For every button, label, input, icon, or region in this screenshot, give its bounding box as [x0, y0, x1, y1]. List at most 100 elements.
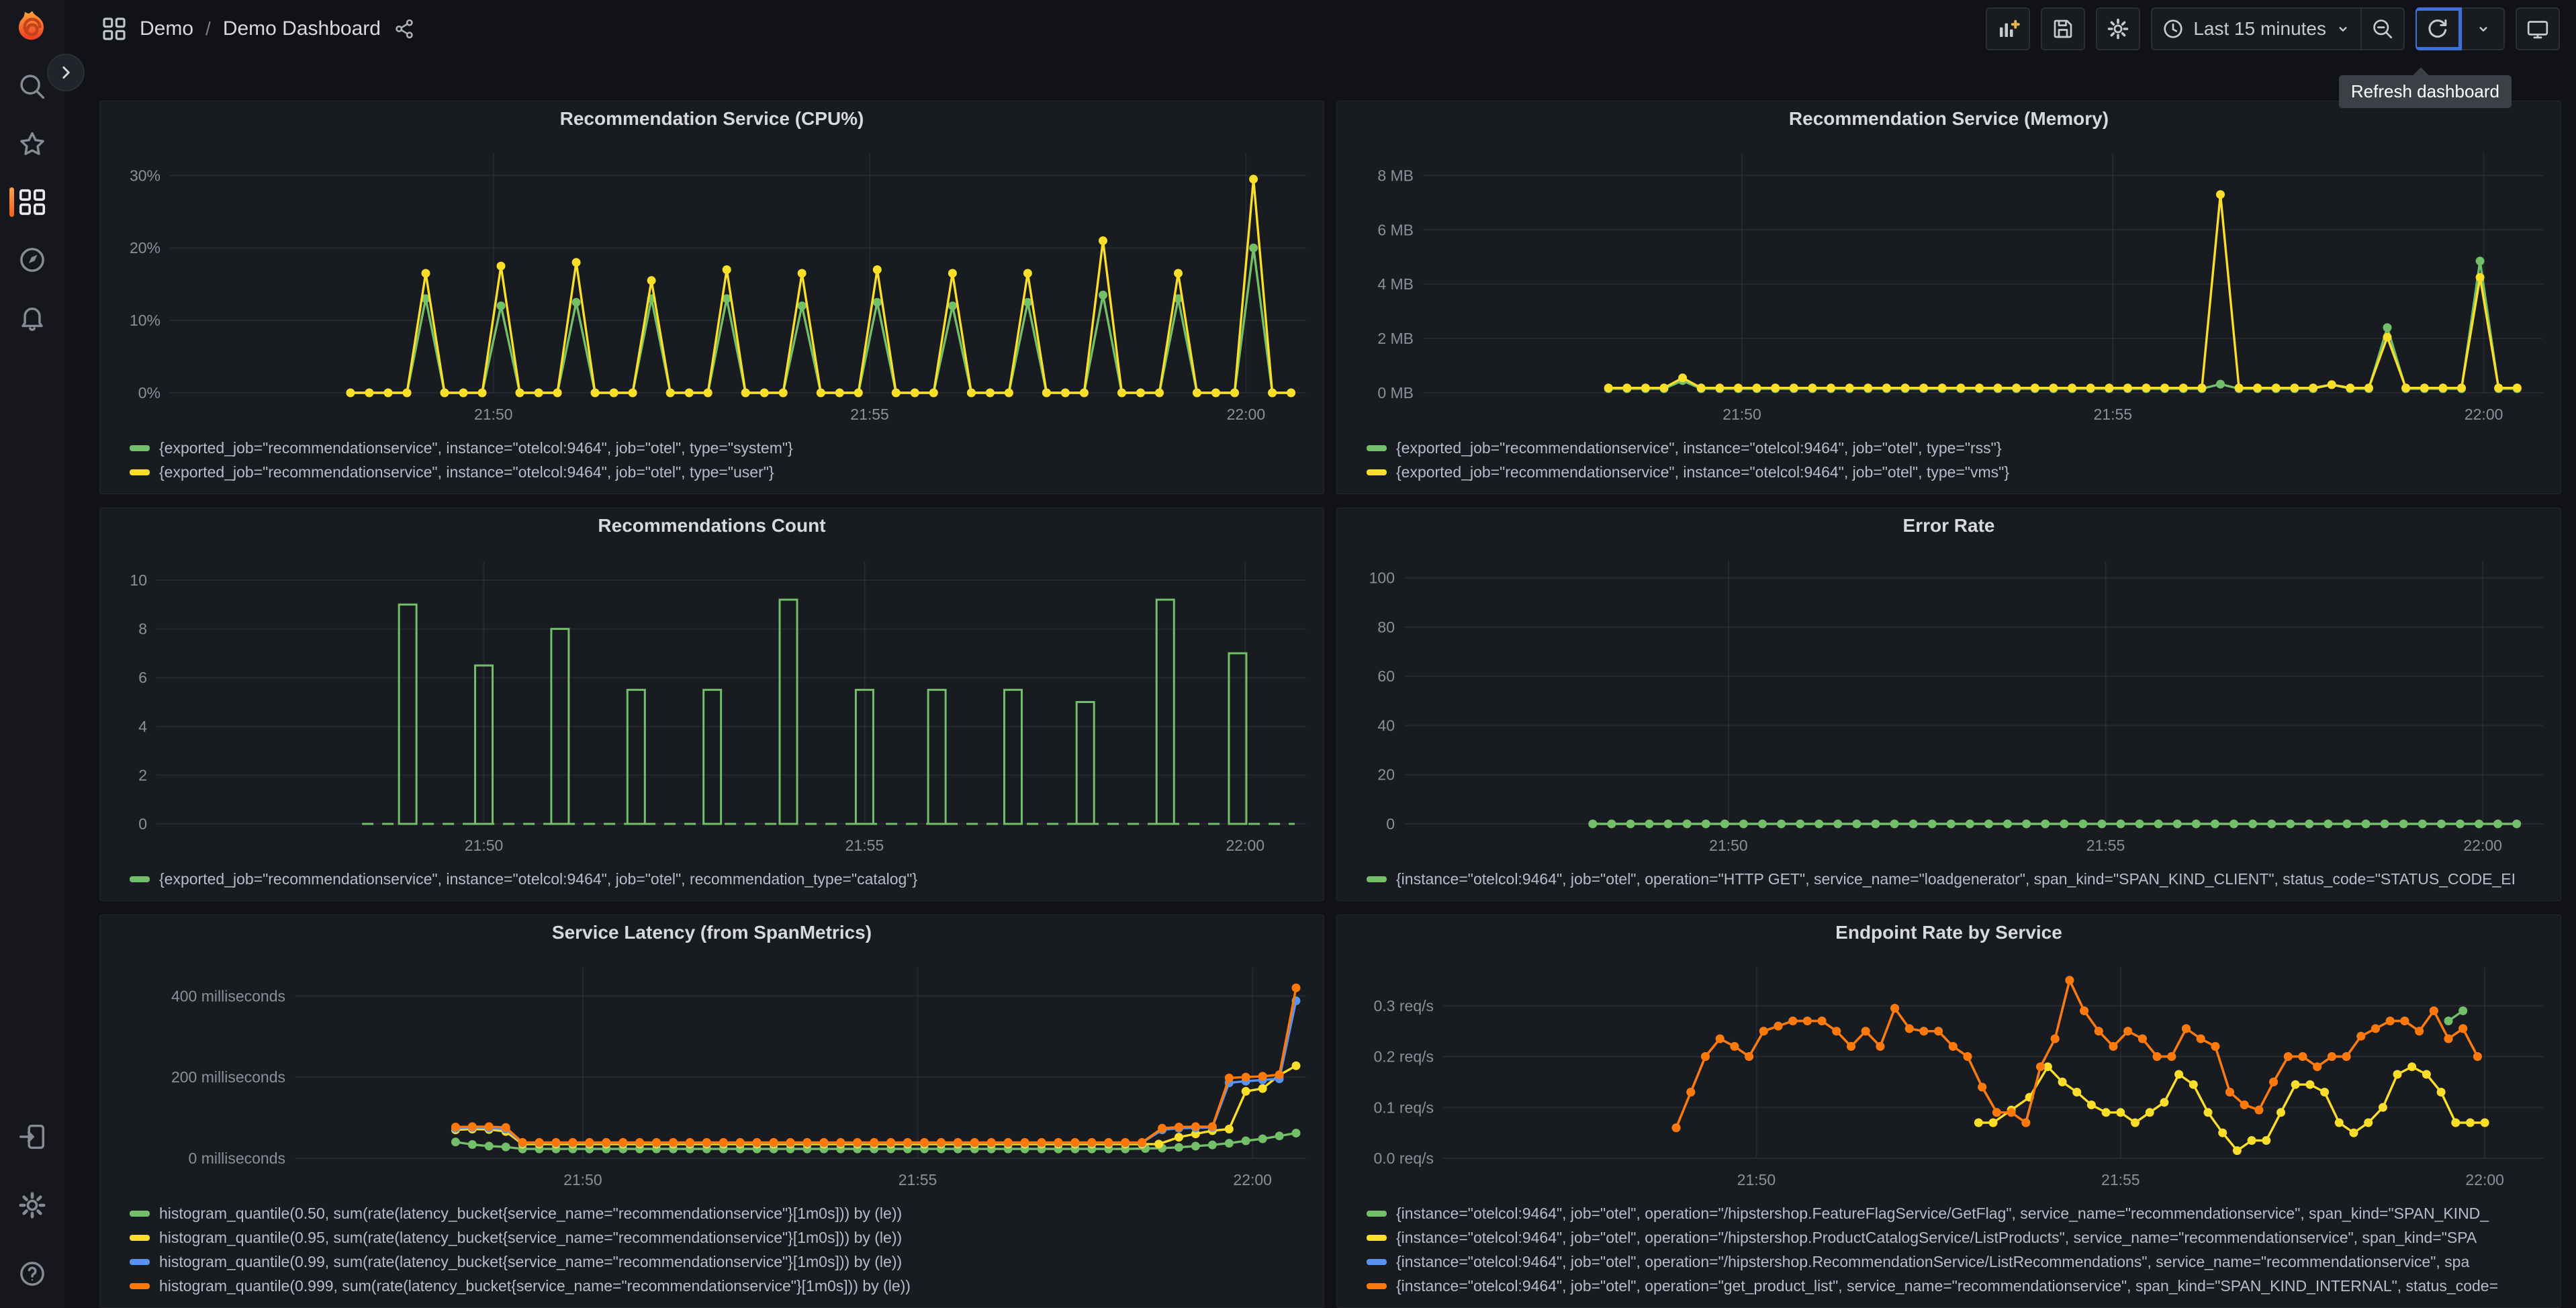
- dashboard-settings-button[interactable]: [2096, 7, 2141, 50]
- legend-swatch: [130, 469, 150, 475]
- svg-text:8 MB: 8 MB: [1377, 167, 1414, 184]
- legend-item[interactable]: {instance="otelcol:9464", job="otel", op…: [1367, 1201, 2550, 1225]
- legend-label: {instance="otelcol:9464", job="otel", op…: [1396, 870, 2516, 888]
- legend-swatch: [130, 445, 150, 451]
- grafana-logo-icon[interactable]: [13, 8, 52, 47]
- legend-item[interactable]: {instance="otelcol:9464", job="otel", op…: [1367, 1250, 2550, 1274]
- legend-label: {exported_job="recommendationservice", i…: [159, 438, 793, 457]
- legend-item[interactable]: histogram_quantile(0.50, sum(rate(latenc…: [130, 1201, 1313, 1225]
- svg-text:2: 2: [138, 766, 147, 784]
- panel-title[interactable]: Error Rate: [1337, 508, 2561, 543]
- svg-text:40: 40: [1377, 716, 1395, 734]
- svg-text:10%: 10%: [130, 312, 160, 329]
- refresh-icon: [2428, 19, 2447, 38]
- clock-icon: [2164, 19, 2182, 38]
- add-panel-button[interactable]: [1986, 7, 2031, 50]
- legend-item[interactable]: histogram_quantile(0.99, sum(rate(latenc…: [130, 1250, 1313, 1274]
- zoom-out-icon: [2373, 19, 2393, 39]
- time-range-picker[interactable]: Last 15 minutes: [2151, 7, 2361, 50]
- star-icon: [20, 132, 44, 155]
- legend-swatch: [1367, 445, 1387, 451]
- gear-icon: [2108, 18, 2129, 40]
- legend-swatch: [130, 1282, 150, 1289]
- legend-swatch: [1367, 1210, 1387, 1217]
- panel-title[interactable]: Recommendation Service (CPU%): [100, 101, 1324, 136]
- legend-swatch: [130, 1210, 150, 1217]
- add-panel-icon: [2000, 19, 2021, 37]
- legend-item[interactable]: {exported_job="recommendationservice", i…: [130, 460, 1313, 484]
- svg-text:6 MB: 6 MB: [1377, 221, 1414, 238]
- legend-label: {exported_job="recommendationservice", i…: [159, 463, 774, 481]
- count-chart[interactable]: 21:50 21:55 22:00 0 2 4 6 8 10: [100, 543, 1324, 866]
- legend-swatch: [130, 876, 150, 882]
- sidebar-item-sign-in[interactable]: [17, 1120, 48, 1154]
- share-icon[interactable]: [393, 17, 416, 40]
- panel-legend: histogram_quantile(0.50, sum(rate(latenc…: [100, 1200, 1324, 1307]
- svg-text:21:55: 21:55: [850, 406, 889, 423]
- sidebar-item-alerting[interactable]: [0, 301, 64, 334]
- legend-label: {instance="otelcol:9464", job="otel", op…: [1396, 1204, 2489, 1222]
- legend-label: {exported_job="recommendationservice", i…: [159, 870, 918, 888]
- svg-text:4: 4: [138, 718, 147, 735]
- latency-chart[interactable]: 21:50 21:55 22:00 0 milliseconds 200 millise…: [100, 950, 1324, 1200]
- time-picker-group: Last 15 minutes: [2151, 7, 2405, 50]
- legend-item[interactable]: {exported_job="recommendationservice", i…: [130, 867, 1313, 891]
- error-rate-chart[interactable]: 21:50 21:55 22:00 0 20 40 60 80 100: [1337, 543, 2561, 866]
- svg-text:2 MB: 2 MB: [1377, 330, 1414, 347]
- legend-swatch: [130, 1258, 150, 1265]
- legend-item[interactable]: {exported_job="recommendationservice", i…: [130, 436, 1313, 460]
- panel-legend: {instance="otelcol:9464", job="otel", op…: [1337, 866, 2561, 900]
- sign-in-icon: [19, 1124, 45, 1150]
- sidebar-item-starred[interactable]: [0, 128, 64, 161]
- panel-recommendation-memory: Recommendation Service (Memory) 21:50 21:…: [1336, 101, 2561, 494]
- svg-text:0.0 req/s: 0.0 req/s: [1374, 1150, 1434, 1167]
- legend-swatch: [130, 1234, 150, 1241]
- sidebar-item-dashboards[interactable]: [0, 185, 64, 219]
- legend-item[interactable]: histogram_quantile(0.95, sum(rate(latenc…: [130, 1225, 1313, 1250]
- legend-label: {instance="otelcol:9464", job="otel", op…: [1396, 1228, 2477, 1246]
- legend-item[interactable]: {instance="otelcol:9464", job="otel", op…: [1367, 1274, 2550, 1298]
- svg-text:21:55: 21:55: [2101, 1171, 2140, 1188]
- refresh-interval-dropdown[interactable]: [2462, 7, 2505, 50]
- sidebar-item-help[interactable]: [17, 1257, 48, 1291]
- legend-label: {exported_job="recommendationservice", i…: [1396, 463, 2010, 481]
- sidebar-item-settings[interactable]: [17, 1188, 48, 1222]
- legend-item[interactable]: {instance="otelcol:9464", job="otel", op…: [1367, 867, 2550, 891]
- search-icon: [20, 75, 45, 99]
- time-range-label: Last 15 minutes: [2193, 18, 2326, 39]
- refresh-dashboard-button[interactable]: [2416, 7, 2462, 50]
- save-dashboard-button[interactable]: [2041, 7, 2086, 50]
- legend-item[interactable]: {exported_job="recommendationservice", i…: [1367, 460, 2550, 484]
- endpoint-rate-chart[interactable]: 21:50 21:55 22:00 0.0 req/s 0.1 req/s 0.2 req…: [1337, 950, 2561, 1200]
- breadcrumb-section[interactable]: Demo: [140, 17, 193, 40]
- legend-swatch: [1367, 1234, 1387, 1241]
- svg-text:200 milliseconds: 200 milliseconds: [171, 1068, 285, 1086]
- svg-text:21:55: 21:55: [2094, 406, 2133, 423]
- panel-title[interactable]: Endpoint Rate by Service: [1337, 915, 2561, 950]
- svg-text:0.1 req/s: 0.1 req/s: [1374, 1099, 1434, 1116]
- cpu-chart[interactable]: 21:50 21:55 22:00 0% 10% 20% 30%: [100, 136, 1324, 434]
- panel-title[interactable]: Recommendations Count: [100, 508, 1324, 543]
- legend-item[interactable]: {exported_job="recommendationservice", i…: [1367, 436, 2550, 460]
- legend-swatch: [1367, 469, 1387, 475]
- svg-text:21:50: 21:50: [1709, 837, 1748, 854]
- svg-text:60: 60: [1377, 667, 1395, 685]
- svg-text:20: 20: [1377, 766, 1395, 784]
- compass-icon: [20, 248, 44, 272]
- svg-text:0 milliseconds: 0 milliseconds: [189, 1150, 285, 1167]
- monitor-icon: [2527, 21, 2548, 39]
- legend-item[interactable]: histogram_quantile(0.999, sum(rate(laten…: [130, 1274, 1313, 1298]
- breadcrumb-separator: /: [205, 18, 211, 39]
- legend-item[interactable]: {instance="otelcol:9464", job="otel", op…: [1367, 1225, 2550, 1250]
- legend-label: histogram_quantile(0.999, sum(rate(laten…: [159, 1276, 911, 1295]
- panel-legend: {exported_job="recommendationservice", i…: [100, 434, 1324, 494]
- panel-title[interactable]: Service Latency (from SpanMetrics): [100, 915, 1324, 950]
- expand-sidebar-button[interactable]: [47, 54, 85, 91]
- panel-legend: {exported_job="recommendationservice", i…: [1337, 434, 2561, 494]
- sidebar-item-explore[interactable]: [0, 243, 64, 277]
- cycle-view-mode-button[interactable]: [2516, 7, 2560, 50]
- svg-text:0%: 0%: [138, 384, 160, 402]
- svg-text:0 MB: 0 MB: [1377, 384, 1414, 402]
- memory-chart[interactable]: 21:50 21:55 22:00 0 MB 2 MB 4 MB 6 MB 8 MB: [1337, 136, 2561, 434]
- zoom-out-time-button[interactable]: [2361, 7, 2405, 50]
